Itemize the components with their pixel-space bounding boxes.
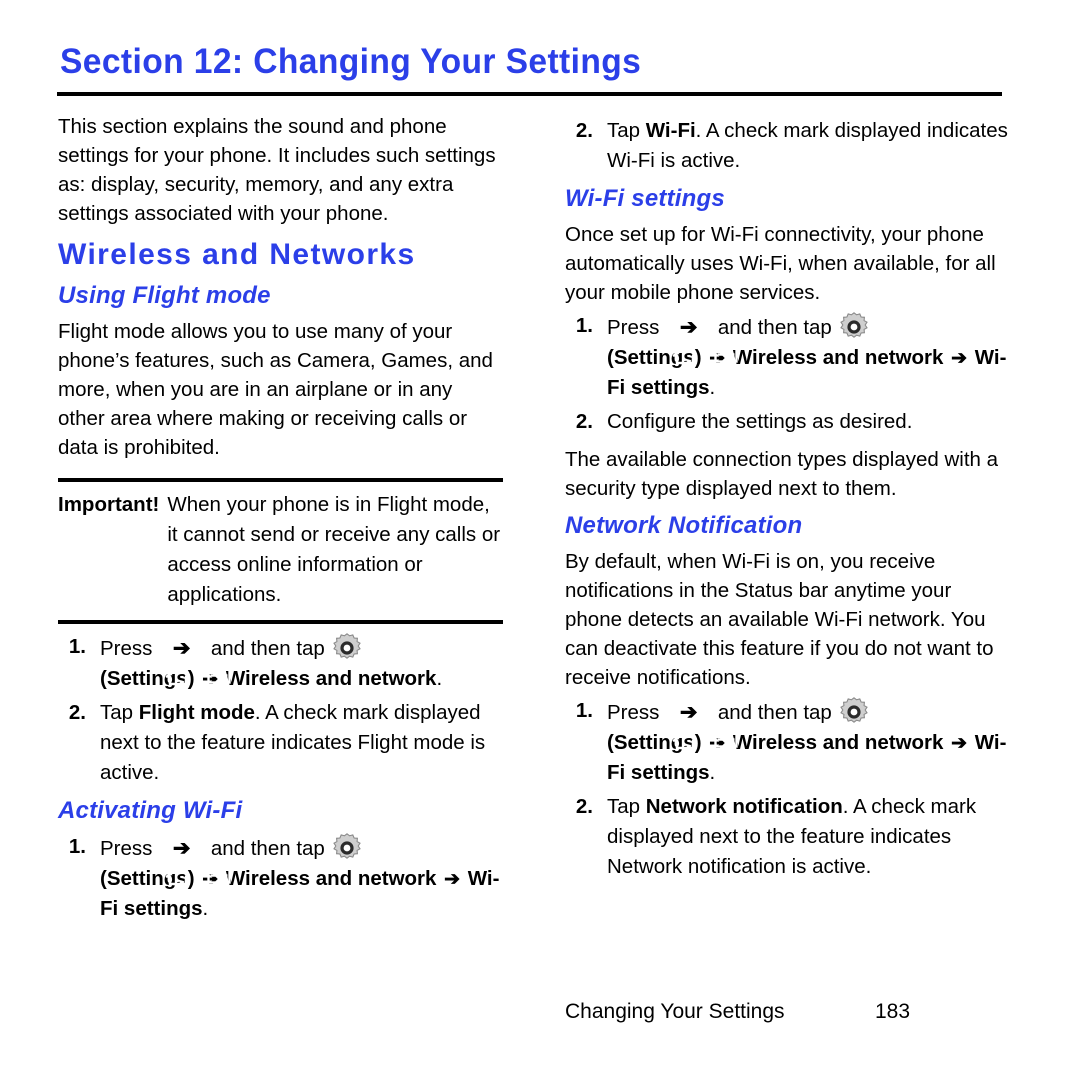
- step-path-mid: Wireless and network: [225, 867, 437, 890]
- heading-wifi-settings: Wi-Fi settings: [565, 185, 725, 212]
- step-path-period: .: [709, 376, 716, 399]
- wifi-settings-step-2: 2. Configure the settings as desired.: [565, 407, 1010, 437]
- flight-step-1: 1. Press ➔ and then tap (Settings) ➔ Wir…: [58, 632, 503, 694]
- step-path-tail: Wireless and network: [225, 667, 437, 690]
- step-path-open: (: [100, 667, 107, 690]
- flight-step-2: 2. Tap Flight mode. A check mark display…: [58, 698, 503, 788]
- step-then-tap-label: and then tap: [210, 637, 325, 660]
- step-path-mid: Wireless and network: [732, 346, 944, 369]
- arrow-right-icon: ➔: [679, 701, 698, 724]
- step-press-label: Press: [607, 316, 660, 339]
- settings-gear-icon[interactable]: [838, 696, 870, 728]
- step-path-open: (: [100, 867, 107, 890]
- step-text: Tap Network notification. A check mark d…: [607, 792, 1010, 882]
- step-number: 1.: [68, 635, 86, 658]
- step-number: 1.: [575, 699, 593, 722]
- arrow-right-icon: ➔: [172, 637, 191, 660]
- left-column: This section explains the sound and phon…: [58, 112, 503, 926]
- page-title: Section 12: Changing Your Settings: [60, 42, 642, 81]
- step-feature-name: Network notification: [645, 795, 843, 818]
- heading-activating-wifi: Activating Wi-Fi: [58, 797, 243, 824]
- footer-page-number: 183: [875, 1000, 911, 1023]
- step-text: Configure the settings as desired.: [607, 410, 913, 433]
- step-text: Tap Flight mode. A check mark displayed …: [100, 698, 503, 788]
- step-text: Press ➔ and then tap (Settings) ➔ Wirele…: [607, 311, 1010, 403]
- heading-using-flight-mode: Using Flight mode: [58, 282, 271, 309]
- step-then-tap-label: and then tap: [210, 837, 325, 860]
- step-text: Press ➔ and then tap (Settings) ➔ Wirele…: [100, 632, 503, 694]
- arrow-right-icon: ➔: [951, 348, 968, 369]
- step-path-period: .: [436, 667, 443, 690]
- step-text: Tap Wi-Fi. A check mark displayed indica…: [607, 116, 1010, 176]
- settings-gear-icon[interactable]: [838, 311, 870, 343]
- step-path-open: (: [607, 346, 614, 369]
- arrow-right-icon: ➔: [679, 316, 698, 339]
- step-tap-label: Tap: [607, 795, 646, 818]
- wifi-settings-step-1: 1. Press ➔ and then tap (Settings) ➔ Wir…: [565, 311, 1010, 403]
- step-feature-name: Flight mode: [138, 701, 255, 724]
- activating-wifi-step-1: 1. Press ➔ and then tap (Settings) ➔ Wir…: [58, 832, 503, 924]
- footer-title: Changing Your Settings: [565, 1000, 785, 1023]
- step-press-label: Press: [100, 837, 153, 860]
- step-text: Press ➔ and then tap (Settings) ➔ Wirele…: [607, 696, 1010, 788]
- callout-text: When your phone is in Flight mode, it ca…: [167, 493, 501, 606]
- step-path-period: .: [202, 897, 209, 920]
- title-divider: [57, 92, 1002, 96]
- settings-gear-icon[interactable]: [331, 832, 363, 864]
- flight-mode-paragraph: Flight mode allows you to use many of yo…: [58, 320, 493, 459]
- right-column: 2. Tap Wi-Fi. A check mark displayed ind…: [565, 112, 1010, 884]
- step-number: 2.: [575, 795, 593, 818]
- step-path-mid: Wireless and network: [732, 731, 944, 754]
- step-press-label: Press: [100, 637, 153, 660]
- step-press-label: Press: [607, 701, 660, 724]
- arrow-right-icon: ➔: [172, 837, 191, 860]
- important-callout: Important! When your phone is in Flight …: [58, 478, 503, 624]
- step-tap-label: Tap: [100, 701, 139, 724]
- step-feature-name: Wi-Fi: [645, 119, 696, 142]
- arrow-right-icon: ➔: [951, 733, 968, 754]
- heading-wireless-and-networks: Wireless and Networks: [58, 238, 416, 271]
- step-then-tap-label: and then tap: [717, 701, 832, 724]
- step-path-open: (: [607, 731, 614, 754]
- activating-wifi-step-2: 2. Tap Wi-Fi. A check mark displayed ind…: [565, 116, 1010, 176]
- step-number: 1.: [575, 314, 593, 337]
- step-number: 2.: [68, 701, 86, 724]
- step-path-period: .: [709, 761, 716, 784]
- heading-network-notification: Network Notification: [565, 512, 803, 539]
- network-notification-step-1: 1. Press ➔ and then tap (Settings) ➔ Wir…: [565, 696, 1010, 788]
- connection-types-paragraph: The available connection types displayed…: [565, 448, 999, 500]
- step-tap-label: Tap: [607, 119, 646, 142]
- network-notification-paragraph: By default, when Wi-Fi is on, you receiv…: [565, 550, 994, 689]
- wifi-settings-paragraph: Once set up for Wi-Fi connectivity, your…: [565, 223, 996, 304]
- arrow-right-icon: ➔: [444, 869, 461, 890]
- step-text: Press ➔ and then tap (Settings) ➔ Wirele…: [100, 832, 503, 924]
- step-number: 2.: [575, 119, 593, 142]
- manual-page: Section 12: Changing Your Settings This …: [0, 0, 1080, 1080]
- step-number: 2.: [575, 410, 593, 433]
- step-then-tap-label: and then tap: [717, 316, 832, 339]
- network-notification-step-2: 2. Tap Network notification. A check mar…: [565, 792, 1010, 882]
- page-footer: Changing Your Settings 183: [565, 1000, 1010, 1024]
- step-number: 1.: [68, 835, 86, 858]
- intro-paragraph: This section explains the sound and phon…: [58, 115, 496, 225]
- settings-gear-icon[interactable]: [331, 632, 363, 664]
- callout-label: Important!: [58, 493, 160, 516]
